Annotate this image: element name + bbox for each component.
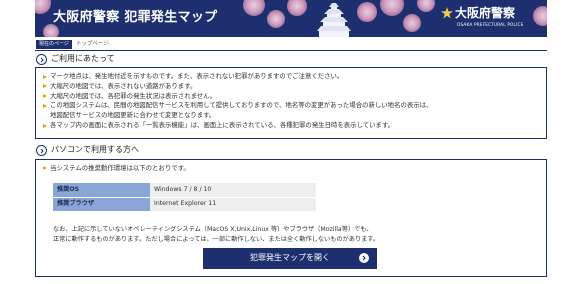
notice-heading: ご利用にあたって bbox=[36, 54, 115, 65]
notice-item: 大縮尺の地図では、表示されない道路があります。 bbox=[42, 82, 546, 92]
site-title: 大阪府警察 犯罪発生マップ bbox=[53, 10, 218, 25]
notice-heading-text: ご利用にあたって bbox=[51, 54, 115, 64]
chevron-right-icon bbox=[36, 145, 47, 156]
open-crime-map-button-label: 犯罪発生マップを開く bbox=[250, 253, 330, 263]
pc-note-line: 正常に動作するものがあります。ただし場合によっては、一部に動作しない、または全く… bbox=[53, 236, 380, 243]
cherry-blossom-decoration bbox=[287, 0, 307, 16]
table-key: 推奨ブラウザ bbox=[53, 197, 150, 212]
table-value: Internet Explorer 11 bbox=[150, 197, 316, 212]
table-key: 推奨OS bbox=[53, 183, 150, 198]
notice-item: 各マップ内の画面に表示される「一覧表示機能」は、画面上に表示されている、各種犯罪… bbox=[42, 121, 546, 131]
cherry-blossom-decoration bbox=[35, 0, 51, 14]
brand-name: 大阪府警察 bbox=[455, 6, 516, 20]
notice-item: 大縮尺の地図では、各犯罪の発生状況は表示されません。 bbox=[42, 92, 546, 102]
police-brand: 大阪府警察 OSAKA PREFECTURAL POLICE bbox=[437, 3, 547, 35]
pc-heading-text: パソコンで利用する方へ bbox=[51, 145, 139, 155]
notice-item: マーク地点は、発生地付近を示すものです。また、表示されない犯罪がありますのでご注… bbox=[42, 72, 546, 82]
cherry-blossom-decoration bbox=[243, 0, 265, 16]
pc-box: 当システムの推奨動作環境は以下のとおりです。 推奨OS Windows 7 / … bbox=[35, 159, 547, 277]
notice-list: マーク地点は、発生地付近を示すものです。また、表示されない犯罪がありますのでご注… bbox=[36, 68, 546, 131]
notice-box: マーク地点は、発生地付近を示すものです。また、表示されない犯罪がありますのでご注… bbox=[35, 67, 547, 139]
brand-english-name: OSAKA PREFECTURAL POLICE bbox=[457, 22, 524, 27]
cherry-blossom-decoration bbox=[267, 10, 285, 28]
pc-note-line: なお、上記に示していないオペレーティングシステム（MacOS X,Unix,Li… bbox=[53, 226, 373, 233]
chevron-right-icon bbox=[36, 54, 47, 65]
chevron-right-icon bbox=[359, 253, 369, 263]
table-row: 推奨ブラウザ Internet Explorer 11 bbox=[53, 197, 316, 212]
pc-note: なお、上記に示していないオペレーティングシステム（MacOS X,Unix,Li… bbox=[53, 225, 379, 245]
table-row: 推奨OS Windows 7 / 8 / 10 bbox=[53, 183, 316, 198]
open-crime-map-button[interactable]: 犯罪発生マップを開く bbox=[203, 248, 377, 269]
cherry-blossom-decoration bbox=[380, 0, 404, 16]
divider bbox=[35, 50, 547, 51]
cherry-blossom-decoration bbox=[357, 2, 377, 22]
cherry-blossom-decoration bbox=[403, 14, 421, 32]
police-emblem-icon bbox=[441, 7, 453, 19]
breadcrumb: 現在のページ トップページ bbox=[36, 40, 109, 49]
osaka-castle-illustration bbox=[317, 3, 351, 37]
pc-heading: パソコンで利用する方へ bbox=[36, 145, 139, 156]
table-value: Windows 7 / 8 / 10 bbox=[150, 183, 316, 198]
breadcrumb-current-label: 現在のページ bbox=[36, 40, 72, 49]
environment-table: 推奨OS Windows 7 / 8 / 10 推奨ブラウザ Internet … bbox=[53, 183, 316, 212]
breadcrumb-top-page[interactable]: トップページ bbox=[76, 41, 109, 48]
notice-item: この地図システムは、民間の地図配信サービスを利用して提供しておりますので、地名等… bbox=[42, 101, 546, 111]
header-banner: 大阪府警察 犯罪発生マップ 大阪府警察 OSAKA PREFECTURAL PO… bbox=[35, 0, 547, 37]
cherry-blossom-decoration bbox=[417, 0, 435, 12]
pc-lead-text: 当システムの推奨動作環境は以下のとおりです。 bbox=[42, 164, 190, 173]
notice-item-continuation: 地図配信サービスの地図更新に合わせて変更となります。 bbox=[50, 111, 216, 120]
